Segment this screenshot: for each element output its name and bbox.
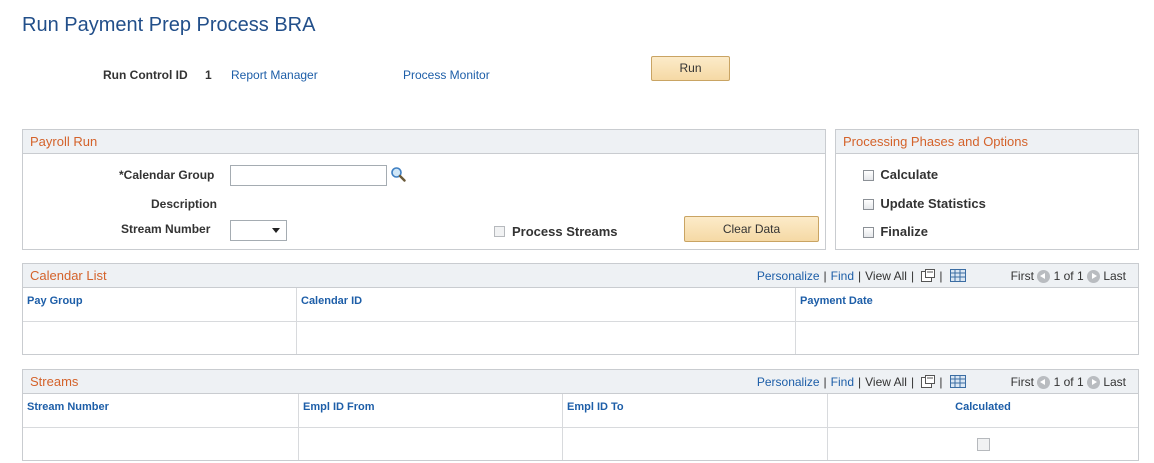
stream-number-label: Stream Number	[121, 222, 211, 236]
column-header[interactable]: Empl ID From	[299, 394, 375, 422]
calculated-checkbox	[977, 437, 990, 452]
first-label: First	[1010, 375, 1034, 389]
find-link[interactable]: Find	[831, 269, 854, 283]
run-control-label: Run Control ID	[103, 68, 188, 82]
clear-data-button[interactable]: Clear Data	[684, 216, 819, 242]
calendar-list-title: Calendar List	[30, 268, 107, 283]
payroll-run-group: Payroll Run *Calendar Group Description …	[22, 129, 826, 250]
calendar-group-label: *Calendar Group	[119, 168, 215, 182]
calendar-list-toolbar: Personalize | Find | View All | | First 1 of …	[756, 269, 1126, 284]
column-header[interactable]: Payment Date	[796, 288, 873, 316]
page-count: 1 of 1	[1053, 269, 1084, 283]
process-streams-checkbox[interactable]	[494, 224, 505, 238]
last-label: Last	[1103, 269, 1126, 283]
new-window-icon[interactable]	[921, 269, 936, 282]
download-grid-icon[interactable]	[949, 375, 966, 388]
calculate-checkbox[interactable]	[863, 170, 874, 182]
chevron-down-icon	[272, 228, 280, 233]
payroll-run-title: Payroll Run	[30, 134, 98, 149]
calendar-list-header: Calendar List Personalize | Find | View All |…	[23, 264, 1138, 288]
calculate-label: Calculate	[880, 167, 939, 182]
update-statistics-option[interactable]: Update Statistics	[863, 196, 986, 211]
find-link[interactable]: Find	[831, 375, 854, 389]
payroll-run-header: Payroll Run	[23, 130, 825, 154]
calculated-box	[977, 438, 990, 452]
column-header[interactable]: Empl ID To	[563, 394, 624, 422]
process-streams-label: Process Streams	[512, 224, 618, 239]
finalize-option[interactable]: Finalize	[863, 224, 928, 239]
column-header[interactable]: Pay Group	[23, 288, 83, 316]
process-monitor-link[interactable]: Process Monitor	[403, 68, 490, 82]
first-label: First	[1010, 269, 1034, 283]
lookup-search-icon[interactable]	[390, 166, 406, 182]
next-icon[interactable]	[1086, 376, 1100, 390]
processing-phases-group: Processing Phases and Options Calculate …	[835, 129, 1139, 250]
processing-phases-header: Processing Phases and Options	[836, 130, 1138, 154]
run-button[interactable]: Run	[651, 56, 730, 81]
description-label: Description	[151, 197, 218, 211]
run-control-value: 1	[205, 68, 212, 82]
update-statistics-checkbox[interactable]	[863, 199, 874, 211]
process-streams-box[interactable]	[494, 226, 505, 238]
calendar-list-grid: Calendar List Personalize | Find | View All |…	[22, 263, 1139, 355]
view-all-link[interactable]: View All	[865, 269, 907, 283]
page-count: 1 of 1	[1053, 375, 1084, 389]
view-all-link[interactable]: View All	[865, 375, 907, 389]
previous-icon[interactable]	[1037, 376, 1051, 390]
column-header[interactable]: Calendar ID	[297, 288, 362, 316]
calendar-group-input[interactable]	[230, 165, 387, 186]
calculate-option[interactable]: Calculate	[863, 167, 938, 182]
column-header[interactable]: Calculated	[828, 394, 1138, 422]
new-window-icon[interactable]	[921, 375, 936, 388]
streams-title: Streams	[30, 374, 79, 389]
stream-number-select[interactable]	[230, 220, 287, 241]
previous-icon[interactable]	[1037, 270, 1051, 284]
streams-toolbar: Personalize | Find | View All | | First 1 of …	[756, 375, 1126, 390]
last-label: Last	[1103, 375, 1126, 389]
streams-header: Streams Personalize | Find | View All | | Fir…	[23, 370, 1138, 394]
page-title: Run Payment Prep Process BRA	[22, 14, 316, 36]
report-manager-link[interactable]: Report Manager	[231, 68, 318, 82]
download-grid-icon[interactable]	[949, 269, 966, 282]
processing-phases-title: Processing Phases and Options	[843, 134, 1028, 149]
personalize-link[interactable]: Personalize	[757, 269, 820, 283]
finalize-label: Finalize	[880, 224, 929, 239]
streams-grid: Streams Personalize | Find | View All | | Fir…	[22, 369, 1139, 461]
update-statistics-label: Update Statistics	[880, 196, 986, 211]
row-divider	[23, 427, 1138, 428]
personalize-link[interactable]: Personalize	[757, 375, 820, 389]
column-header[interactable]: Stream Number	[23, 394, 109, 422]
row-divider	[23, 321, 1138, 322]
finalize-checkbox[interactable]	[863, 227, 874, 239]
next-icon[interactable]	[1086, 270, 1100, 284]
